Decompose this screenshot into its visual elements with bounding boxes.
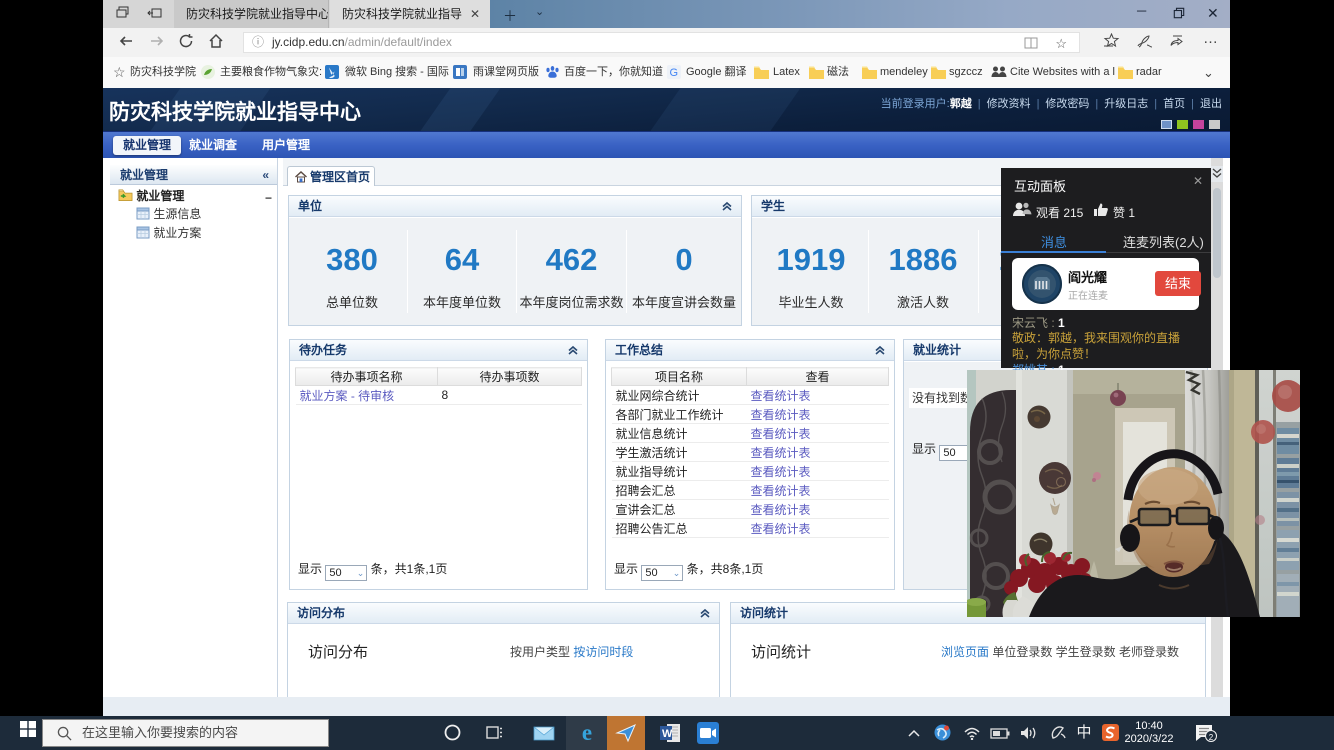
svg-text:W: W (662, 728, 673, 740)
svg-text:G: G (670, 67, 679, 79)
svg-text:2: 2 (1209, 733, 1214, 742)
